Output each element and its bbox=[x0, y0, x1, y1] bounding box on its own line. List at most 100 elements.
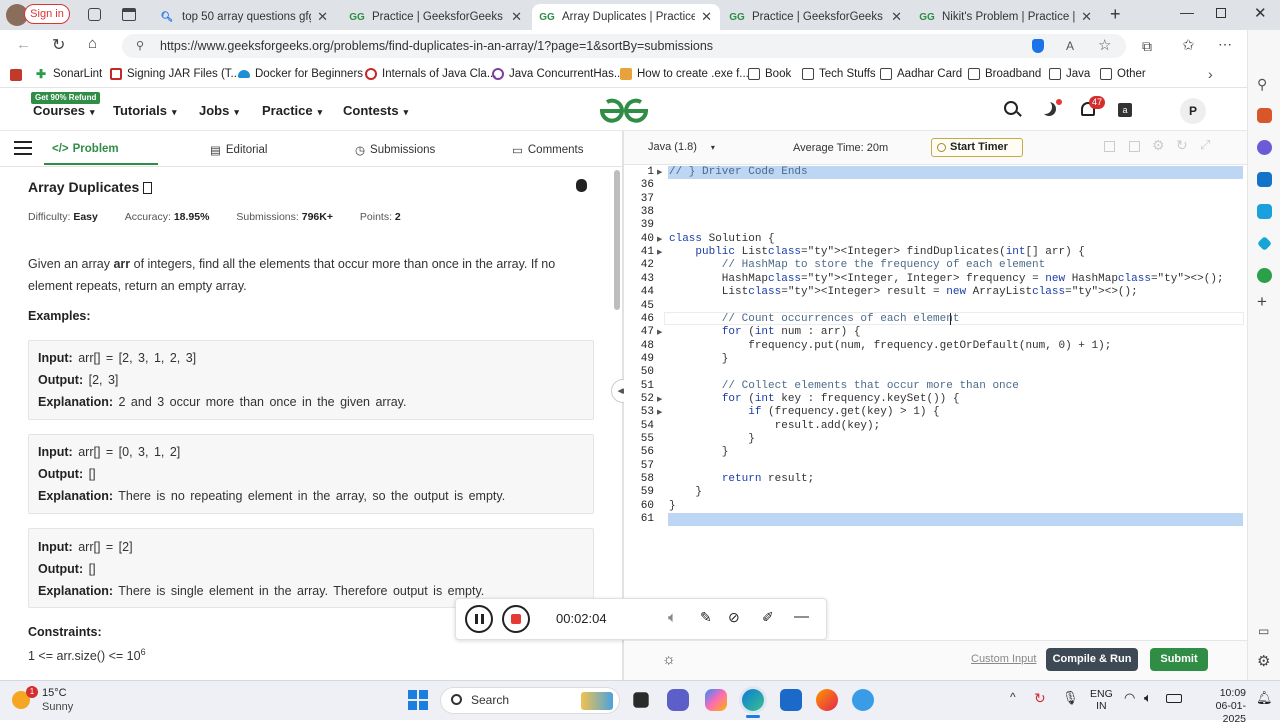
sidebar-collapse-icon[interactable]: ▭ bbox=[1258, 624, 1269, 638]
minimize-recorder-icon[interactable]: — bbox=[794, 608, 809, 625]
compile-run-button[interactable]: Compile & Run bbox=[1046, 648, 1138, 671]
tab-nikits-problem[interactable]: GGNikit's Problem | Practice | Gee✕ bbox=[912, 4, 1100, 30]
tab-practice-1[interactable]: GGPractice | GeeksforGeeks | A co✕ bbox=[342, 4, 530, 30]
task-view-icon[interactable] bbox=[633, 692, 649, 708]
gfg-logo[interactable] bbox=[598, 98, 650, 124]
wifi-icon[interactable]: ◠ bbox=[1124, 690, 1135, 706]
tab-comments[interactable]: ▭ Comments bbox=[512, 143, 583, 157]
copy-icon[interactable] bbox=[1104, 141, 1115, 152]
bookmark-create-exe[interactable]: How to create .exe f... bbox=[620, 68, 749, 80]
bookmark-java-concurrent[interactable]: Java ConcurrentHas... bbox=[492, 68, 623, 80]
chevron-right-icon[interactable]: › bbox=[1208, 66, 1213, 82]
read-aloud-icon[interactable]: A bbox=[1066, 34, 1074, 58]
firefox-icon[interactable] bbox=[816, 689, 838, 711]
nav-jobs[interactable]: Jobs ▾ bbox=[199, 103, 239, 118]
fold-arrow-icon[interactable]: ▶ bbox=[657, 235, 662, 243]
theme-toggle-icon[interactable] bbox=[1042, 102, 1056, 116]
new-tab-button[interactable]: + bbox=[1110, 4, 1121, 25]
nav-practice[interactable]: Practice ▾ bbox=[262, 103, 322, 118]
notifications-icon[interactable]: 🔔︎ bbox=[1256, 690, 1273, 706]
bookmark-folder-other[interactable]: Other bbox=[1100, 68, 1146, 80]
fold-arrow-icon[interactable]: ▶ bbox=[657, 408, 662, 416]
pen-icon[interactable]: ✐ bbox=[762, 609, 774, 626]
edge-icon[interactable] bbox=[742, 689, 764, 711]
weather-widget[interactable]: 1 15°C Sunny bbox=[8, 684, 98, 716]
language-select[interactable]: Java (1.8) ▾ bbox=[648, 141, 715, 153]
fold-arrow-icon[interactable]: ▶ bbox=[657, 395, 662, 403]
tab-search[interactable]: 🔍︎top 50 array questions gfg - Se✕ bbox=[152, 4, 336, 30]
bookmark-folder-aadhar[interactable]: Aadhar Card bbox=[880, 68, 962, 80]
close-icon[interactable]: ✕ bbox=[891, 9, 902, 25]
settings-icon[interactable]: ⚙ bbox=[1257, 652, 1270, 670]
microphone-icon[interactable]: 🎙︎ bbox=[1062, 690, 1079, 706]
reload-icon[interactable]: ↻ bbox=[52, 35, 65, 55]
sign-in-button[interactable]: Sign in bbox=[24, 4, 70, 24]
tab-problem[interactable]: </> Problem bbox=[52, 143, 119, 155]
copilot-app-icon[interactable] bbox=[705, 689, 727, 711]
volume-icon[interactable]: 🔈︎ bbox=[1144, 690, 1152, 706]
code-editor[interactable]: 1 ▶ 36 37 38 39 40 ▶ 41 ▶ 42 43 44 45 46 47 ▶ 48 49 50 51 52 ▶… bbox=[624, 165, 1244, 640]
shield-icon[interactable] bbox=[1032, 39, 1044, 53]
back-icon[interactable]: ← bbox=[16, 36, 31, 53]
language-indicator[interactable]: ENG IN bbox=[1090, 688, 1113, 712]
user-avatar[interactable]: P bbox=[1180, 98, 1206, 124]
games-icon[interactable] bbox=[1257, 204, 1272, 219]
stop-button[interactable] bbox=[502, 605, 530, 633]
minimize-button[interactable]: — bbox=[1180, 4, 1194, 20]
tab-array-duplicates[interactable]: GGArray Duplicates | Practice | Ge✕ bbox=[532, 4, 720, 30]
recorder-app-icon[interactable] bbox=[852, 689, 874, 711]
close-icon[interactable]: ✕ bbox=[511, 9, 522, 25]
translate-icon[interactable]: a bbox=[1118, 103, 1132, 117]
nav-tutorials[interactable]: Tutorials ▾ bbox=[113, 103, 176, 118]
pause-button[interactable] bbox=[465, 605, 493, 633]
favorite-star-icon[interactable]: ☆ bbox=[1098, 34, 1111, 58]
url-field[interactable]: ⚲ https://www.geeksforgeeks.org/problems… bbox=[122, 34, 1126, 58]
home-icon[interactable]: ⌂ bbox=[88, 35, 97, 52]
fold-arrow-icon[interactable]: ▶ bbox=[657, 248, 662, 256]
maximize-button[interactable] bbox=[1216, 8, 1226, 18]
extensions-icon[interactable]: ⧉ bbox=[1142, 38, 1152, 55]
nav-contests[interactable]: Contests ▾ bbox=[343, 103, 408, 118]
tab-editorial[interactable]: ▤ Editorial bbox=[210, 143, 267, 157]
start-icon[interactable] bbox=[408, 690, 428, 710]
show-hidden-icons[interactable]: ^ bbox=[1010, 690, 1016, 704]
microphone-icon[interactable]: ✎ bbox=[700, 609, 712, 626]
bookmark-folder-broadband[interactable]: Broadband bbox=[968, 68, 1041, 80]
tab-submissions[interactable]: ◷ Submissions bbox=[355, 143, 435, 157]
window-close-button[interactable]: ✕ bbox=[1254, 4, 1267, 22]
start-timer-button[interactable]: Start Timer bbox=[931, 138, 1023, 157]
close-icon[interactable]: ✕ bbox=[317, 9, 328, 25]
tab-actions-icon[interactable] bbox=[122, 8, 136, 21]
custom-input-link[interactable]: Custom Input bbox=[971, 653, 1036, 665]
bookmark-signing-jar[interactable]: Signing JAR Files (T... bbox=[110, 68, 240, 80]
outlook-icon[interactable] bbox=[1257, 172, 1272, 187]
shopping-icon[interactable] bbox=[1257, 108, 1272, 123]
teams-icon[interactable] bbox=[667, 689, 689, 711]
more-menu-icon[interactable]: ⋯ bbox=[1218, 36, 1232, 53]
nav-courses[interactable]: Courses ▾ bbox=[33, 103, 95, 118]
apps-icon[interactable] bbox=[10, 69, 22, 81]
store-icon[interactable] bbox=[780, 689, 802, 711]
taskbar-search[interactable]: Search bbox=[440, 687, 620, 714]
clock[interactable]: 10:09 06-01-2025 bbox=[1196, 687, 1246, 726]
camera-off-icon[interactable]: ⊘ bbox=[728, 609, 740, 626]
bookmark-folder-book[interactable]: Book bbox=[748, 68, 791, 80]
settings-icon[interactable]: ⚙ bbox=[1152, 137, 1165, 154]
tab-practice-2[interactable]: GGPractice | GeeksforGeeks | A co✕ bbox=[722, 4, 910, 30]
bookmark-icon[interactable] bbox=[143, 182, 153, 194]
fold-arrow-icon[interactable]: ▶ bbox=[657, 168, 662, 176]
submit-button[interactable]: Submit bbox=[1150, 648, 1208, 671]
favorites-icon[interactable]: ✩ bbox=[1182, 36, 1195, 54]
bookmark-sonarlint[interactable]: ✚ SonarLint bbox=[36, 68, 102, 80]
close-icon[interactable]: ✕ bbox=[1081, 9, 1092, 25]
sync-icon[interactable]: ↻ bbox=[1034, 690, 1046, 707]
hamburger-menu-icon[interactable] bbox=[14, 141, 32, 155]
site-info-icon[interactable]: ⚲ bbox=[136, 34, 144, 58]
close-icon[interactable]: ✕ bbox=[701, 9, 712, 25]
paste-icon[interactable] bbox=[1129, 141, 1140, 152]
fold-arrow-icon[interactable]: ▶ bbox=[657, 328, 662, 336]
add-icon[interactable]: + bbox=[1257, 292, 1267, 312]
battery-icon[interactable] bbox=[1166, 694, 1182, 703]
lightbulb-icon[interactable]: ☼ bbox=[662, 651, 676, 668]
scrollbar[interactable] bbox=[614, 170, 620, 310]
